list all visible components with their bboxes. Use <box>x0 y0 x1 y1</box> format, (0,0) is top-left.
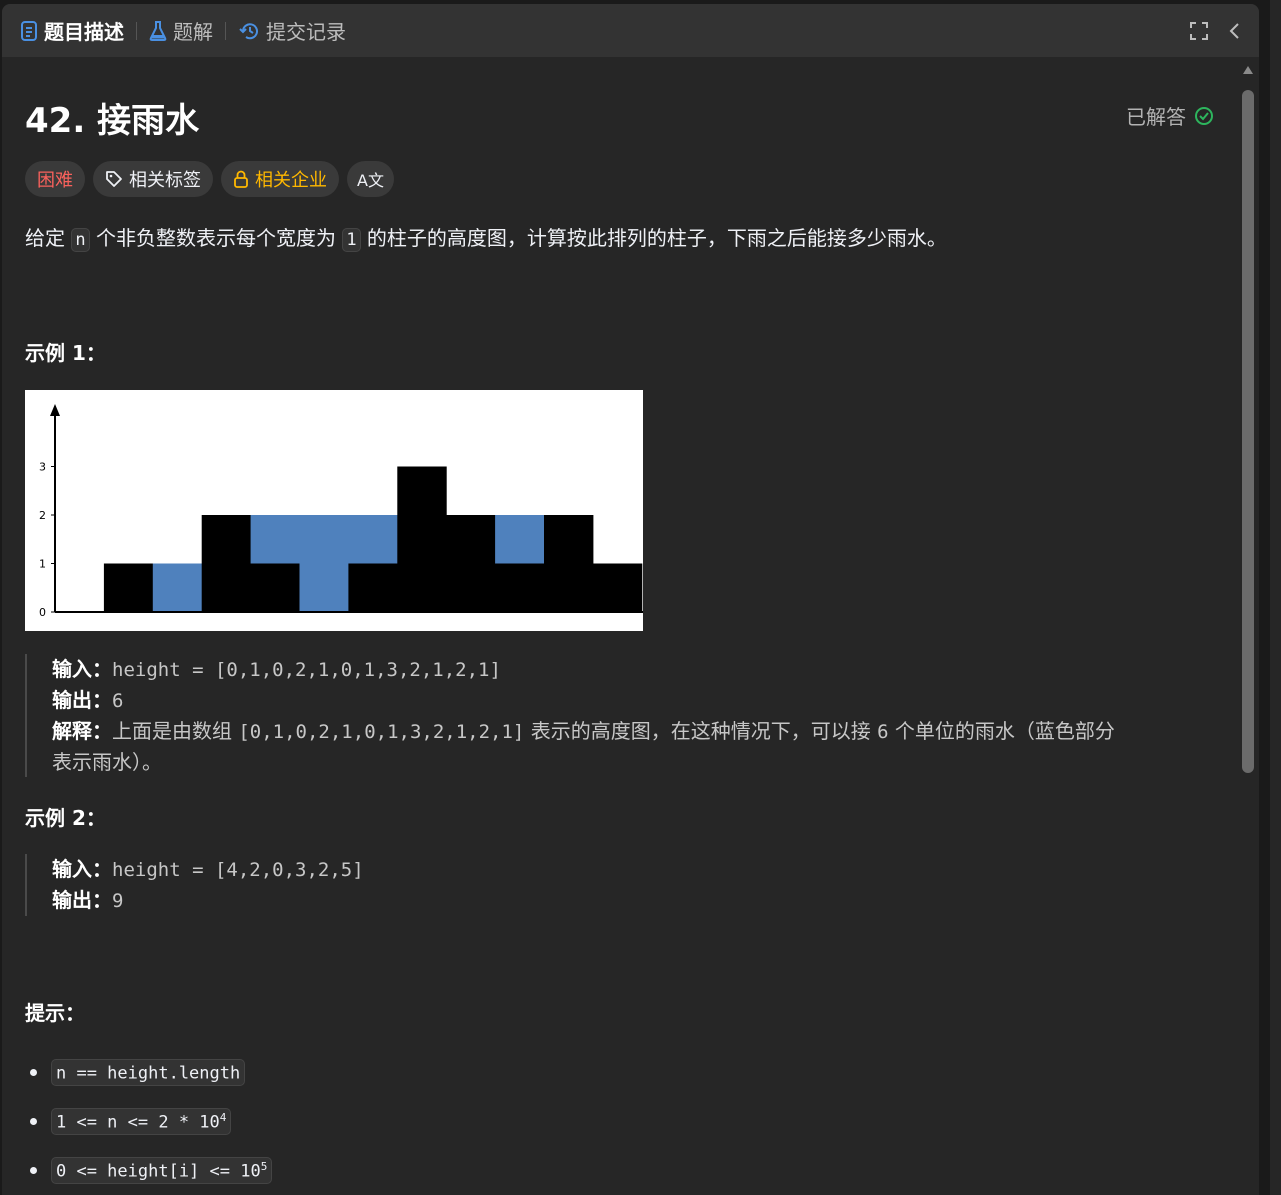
example-1-heading: 示例 1： <box>25 341 106 365</box>
water-6 <box>348 515 398 564</box>
tab-bar: 题目描述 题解 提交记录 <box>2 4 1259 57</box>
example-2-heading: 示例 2： <box>25 806 106 830</box>
hint-code: n == height.length <box>51 1058 246 1087</box>
difficulty-label: 困难 <box>37 170 73 191</box>
hint-exponent: 4 <box>219 1110 227 1124</box>
history-icon <box>238 21 260 41</box>
water-2 <box>152 563 203 612</box>
bar-9 <box>495 563 545 612</box>
tab-submissions-label: 提交记录 <box>266 20 346 44</box>
inline-code: 1 <box>342 228 361 252</box>
elevation-chart: 0 1 2 3 <box>25 390 643 631</box>
bar-11 <box>592 563 643 612</box>
desc-text: 给定 <box>25 226 72 250</box>
tab-description[interactable]: 题目描述 <box>12 4 132 57</box>
hints-heading: 提示： <box>25 1001 85 1025</box>
bar-1 <box>103 563 154 612</box>
tab-separator <box>225 21 226 40</box>
bullet <box>30 1167 37 1174</box>
topics-tag-button[interactable]: 相关标签 <box>93 161 213 197</box>
fullscreen-icon[interactable] <box>1181 13 1217 49</box>
lock-icon <box>233 170 249 188</box>
example-1-block: 输入：height = [0,1,0,2,1,0,1,3,2,1,2,1] 输出… <box>25 654 1115 777</box>
explain-label: 解释： <box>52 719 112 743</box>
y-tick-label: 3 <box>39 461 46 474</box>
collapse-chevron-icon[interactable] <box>1217 13 1253 49</box>
hint-text: 0 <= height[i] <= 10 <box>56 1161 261 1182</box>
scrollbar-thumb[interactable] <box>1242 90 1254 773</box>
y-tick-label: 0 <box>39 606 46 619</box>
desc-text: 的柱子的高度图，计算按此排列的柱子，下雨之后能接多少雨水。 <box>360 226 947 250</box>
scrollbar[interactable] <box>1240 62 1256 1195</box>
tab-actions <box>1181 4 1259 57</box>
hint-code: 1 <= n <= 2 * 104 <box>51 1107 232 1136</box>
example-2-block: 输入：height = [4,2,0,3,2,5] 输出：9 <box>25 854 364 916</box>
bar-7 <box>397 466 447 612</box>
inline-code: n <box>71 228 90 252</box>
bullet <box>30 1069 37 1076</box>
explain-number: 6 <box>877 721 889 743</box>
solved-label: 已解答 <box>1126 105 1186 129</box>
bar-10 <box>544 515 594 612</box>
topics-label: 相关标签 <box>129 170 201 191</box>
description-icon <box>20 20 38 41</box>
tag-row: 困难 相关标签 相关企业 A文 <box>25 161 402 197</box>
output-label: 输出： <box>52 888 112 912</box>
hint-text: 1 <= n <= 2 * 10 <box>56 1112 220 1133</box>
hint-code: 0 <= height[i] <= 105 <box>51 1156 273 1185</box>
tab-solutions-label: 题解 <box>173 20 213 44</box>
input-value: height = [4,2,0,3,2,5] <box>112 859 364 881</box>
output-value: 6 <box>112 690 124 712</box>
output-label: 输出： <box>52 688 112 712</box>
hint-exponent: 5 <box>260 1159 268 1173</box>
bar-6 <box>348 563 398 612</box>
input-label: 输入： <box>52 657 112 681</box>
problem-content: 42. 接雨水 已解答 困难 相关标签 相关企业 A文 给定 n 个非负整数表示… <box>25 57 1220 1195</box>
explain-text-line2: 表示雨水）。 <box>52 750 162 774</box>
bar-3 <box>201 515 252 612</box>
bar-8 <box>446 515 496 612</box>
list-item: n == height.length <box>25 1048 272 1097</box>
tab-separator <box>136 21 137 40</box>
water-4 <box>250 515 300 564</box>
y-tick-label: 2 <box>39 509 46 522</box>
problem-description: 给定 n 个非负整数表示每个宽度为 1 的柱子的高度图，计算按此排列的柱子，下雨… <box>25 222 947 252</box>
list-item: 0 <= height[i] <= 105 <box>25 1146 273 1195</box>
input-value: height = [0,1,0,2,1,0,1,3,2,1,2,1] <box>112 659 501 681</box>
explain-text: 个单位的雨水（蓝色部分 <box>888 719 1115 743</box>
explain-text: 上面是由数组 <box>112 719 239 743</box>
translate-icon: A文 <box>357 171 384 190</box>
check-circle-icon <box>1195 106 1213 125</box>
elevation-chart-svg: 0 1 2 3 <box>39 404 643 619</box>
tag-icon <box>105 170 123 188</box>
hints-list: n == height.length 1 <= n <= 2 * 104 0 <… <box>25 1048 273 1195</box>
list-item: 1 <= n <= 2 * 104 <box>25 1097 272 1146</box>
difficulty-badge[interactable]: 困难 <box>25 161 85 197</box>
companies-tag-button[interactable]: 相关企业 <box>221 161 339 197</box>
bar-4 <box>250 563 300 612</box>
solved-status: 已解答 <box>1126 101 1214 130</box>
adjacent-panel-edge <box>1270 0 1281 1195</box>
flask-icon <box>149 20 167 41</box>
page-title: 42. 接雨水 <box>25 101 200 141</box>
desc-text: 个非负整数表示每个宽度为 <box>89 226 343 250</box>
bullet <box>30 1118 37 1125</box>
tab-submissions[interactable]: 提交记录 <box>230 4 354 57</box>
scroll-up-arrow-icon[interactable] <box>1243 66 1253 74</box>
translate-button[interactable]: A文 <box>347 161 394 197</box>
tab-description-label: 题目描述 <box>44 20 124 44</box>
tab-solutions[interactable]: 题解 <box>141 4 221 57</box>
companies-label: 相关企业 <box>255 170 327 191</box>
explain-text: 表示的高度图，在这种情况下，可以接 <box>524 719 878 743</box>
output-value: 9 <box>112 890 124 912</box>
hint-text: n == height.length <box>56 1063 241 1084</box>
y-tick-label: 1 <box>39 558 46 571</box>
explain-array: [0,1,0,2,1,0,1,3,2,1,2,1] <box>238 721 525 743</box>
input-label: 输入： <box>52 857 112 881</box>
water-9 <box>495 515 545 564</box>
y-axis-arrow <box>50 404 60 416</box>
problem-panel: 题目描述 题解 提交记录 42. 接雨水 已解答 困难 相关标签 相关企业 A文… <box>2 4 1259 1195</box>
water-5 <box>299 515 349 612</box>
